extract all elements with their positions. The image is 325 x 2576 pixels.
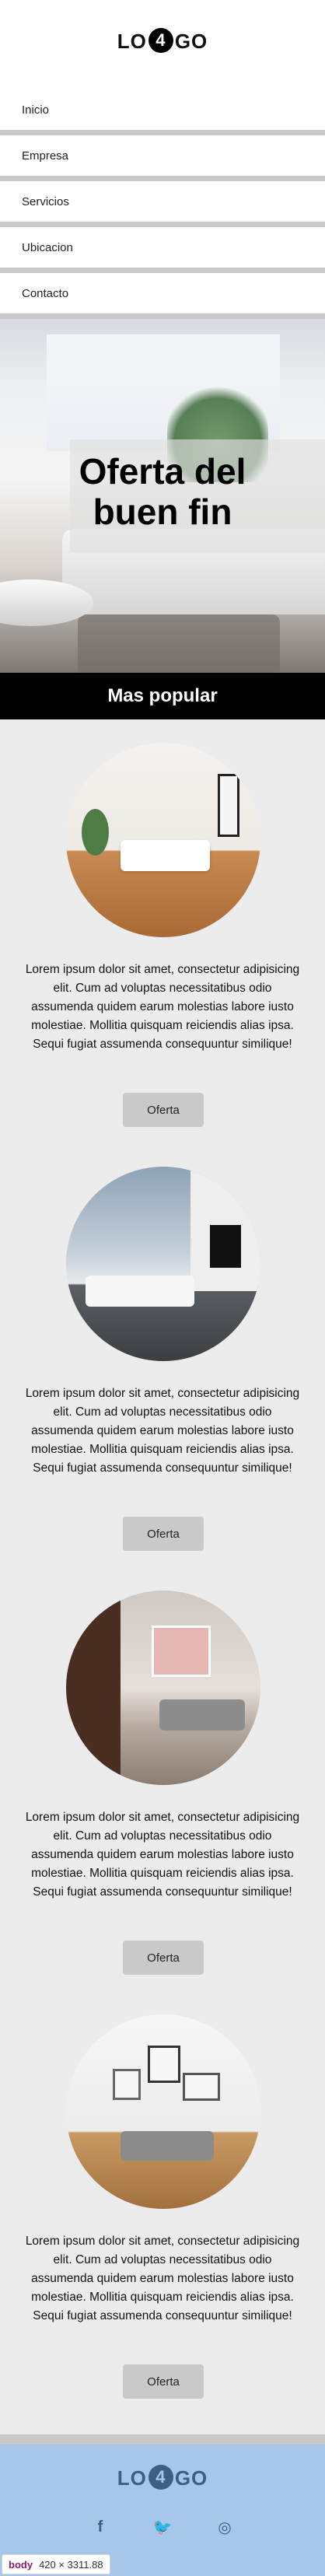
product-description: Lorem ipsum dolor sit amet, consectetur … [25, 1811, 300, 1899]
wall-frame [148, 2046, 180, 2083]
devtools-size-tooltip: body 420 × 3311.88 [2, 2554, 110, 2574]
product-list: Lorem ipsum dolor sit amet, consectetur … [0, 719, 325, 2434]
wall-frame [183, 2073, 220, 2101]
oferta-button[interactable]: Oferta [123, 2364, 204, 2399]
twitter-icon[interactable]: 🐦 [152, 2516, 173, 2538]
sofa [121, 2131, 214, 2161]
footer-divider [0, 2434, 325, 2445]
sofa [159, 1699, 245, 1731]
site-header: LO 4 GO [0, 0, 325, 89]
plant [82, 809, 109, 856]
footer-logo-text-right: GO [174, 2466, 208, 2490]
logo-four-badge: 4 [148, 28, 173, 54]
social-links: f 🐦 ◎ [0, 2516, 325, 2538]
wood-panel [66, 1591, 121, 1785]
nav-item-servicios[interactable]: Servicios [0, 181, 325, 227]
hero-title-line1: Oferta del [79, 451, 246, 492]
nav-item-contacto[interactable]: Contacto [0, 273, 325, 319]
section-title: Mas popular [0, 673, 325, 719]
product-image[interactable] [66, 2014, 260, 2209]
product-description: Lorem ipsum dolor sit amet, consectetur … [25, 2235, 300, 2322]
hero-title: Oferta del buen fin [0, 451, 325, 532]
footer-logo-four-badge: 4 [148, 2465, 173, 2490]
product-image[interactable] [66, 743, 260, 937]
sofa [86, 1276, 194, 1307]
tv [210, 1225, 241, 1268]
wall-art [152, 1626, 211, 1677]
logo-text-right: GO [174, 30, 208, 53]
product-image[interactable] [66, 1167, 260, 1361]
footer-logo[interactable]: LO 4 GO [0, 2465, 325, 2492]
wall-frame [218, 774, 239, 837]
oferta-button[interactable]: Oferta [123, 1941, 204, 1975]
tooltip-tag: body [9, 2558, 33, 2571]
nav-item-inicio[interactable]: Inicio [0, 89, 325, 135]
footer-logo-text-left: LO [117, 2466, 147, 2490]
wall-frame [113, 2069, 141, 2100]
tooltip-size: 420 × 3311.88 [39, 2558, 103, 2571]
hero-rug [78, 614, 280, 673]
logo-text-left: LO [117, 30, 147, 53]
main-nav: Inicio Empresa Servicios Ubicacion Conta… [0, 89, 325, 319]
nav-item-empresa[interactable]: Empresa [0, 135, 325, 181]
product-image[interactable] [66, 1591, 260, 1785]
nav-item-ubicacion[interactable]: Ubicacion [0, 227, 325, 273]
hero-title-line2: buen fin [93, 492, 232, 532]
sofa [121, 840, 210, 871]
instagram-icon[interactable]: ◎ [214, 2516, 236, 2538]
facebook-icon[interactable]: f [89, 2516, 111, 2538]
oferta-button[interactable]: Oferta [123, 1093, 204, 1127]
logo[interactable]: LO 4 GO [0, 28, 325, 55]
oferta-button[interactable]: Oferta [123, 1517, 204, 1551]
hero-banner: Oferta del buen fin [0, 319, 325, 673]
product-description: Lorem ipsum dolor sit amet, consectetur … [25, 963, 300, 1051]
product-description: Lorem ipsum dolor sit amet, consectetur … [25, 1387, 300, 1475]
